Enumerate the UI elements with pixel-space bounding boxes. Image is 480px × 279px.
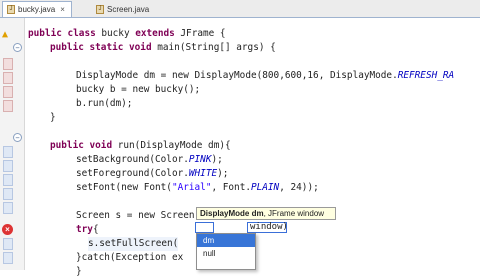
change-marker — [3, 72, 13, 84]
code-text: }catch(Exception ex — [76, 252, 184, 263]
fold-toggle-icon[interactable]: − — [13, 133, 22, 142]
code-text: run(DisplayMode dm){ — [112, 140, 231, 151]
change-marker — [3, 252, 13, 264]
change-marker — [3, 160, 13, 172]
code-text: s.setFullScreen( — [88, 238, 179, 249]
code-text: bucky — [95, 28, 136, 39]
keyword: extends — [135, 28, 175, 39]
code-line: try{ — [76, 223, 99, 237]
editor-gutter: ▲ − − × — [0, 18, 25, 270]
warning-icon: ▲ — [2, 29, 9, 40]
code-text: } — [76, 266, 82, 277]
code-line: setFont(new Font("Arial", Font.PLAIN, 24… — [76, 181, 319, 195]
code-line: }catch(Exception ex — [76, 251, 183, 265]
string-literal: "Arial" — [171, 182, 212, 193]
keyword: public class — [28, 28, 96, 39]
tab-screen-java[interactable]: J Screen.java — [92, 1, 162, 17]
active-argument-box[interactable] — [195, 222, 214, 233]
java-file-icon: J — [96, 4, 104, 14]
code-text: , 24)); — [279, 182, 319, 193]
code-text: bucky b = new bucky(); — [76, 84, 201, 95]
change-marker — [3, 238, 13, 250]
tab-label: Screen.java — [107, 4, 150, 14]
keyword: try — [76, 224, 93, 235]
code-line: setForeground(Color.WHITE); — [76, 167, 228, 181]
code-line: bucky b = new bucky(); — [76, 83, 200, 97]
static-field: PLAIN — [250, 182, 280, 193]
static-field: REFRESH_RA — [397, 70, 455, 81]
code-line: Screen s = new Screen(); — [76, 209, 211, 223]
change-marker — [3, 202, 13, 214]
code-text: DisplayMode dm = new DisplayMode(800,600… — [76, 70, 398, 81]
change-marker — [3, 188, 13, 200]
tab-bucky-java[interactable]: J bucky.java × — [2, 1, 72, 17]
code-line: b.run(dm); — [76, 97, 132, 111]
code-text: ); — [211, 154, 223, 165]
code-line: setBackground(Color.PINK); — [76, 153, 223, 167]
change-marker — [3, 174, 13, 186]
code-line-current: s.setFullScreen( — [88, 237, 179, 251]
static-field: WHITE — [188, 168, 218, 179]
autocomplete-item[interactable]: null — [197, 247, 255, 260]
code-line: public void run(DisplayMode dm){ — [50, 139, 231, 153]
hint-rest: , JFrame window — [263, 209, 325, 218]
code-text: main(String[] args) { — [151, 42, 276, 53]
hint-active-param: DisplayMode dm — [200, 209, 264, 218]
autocomplete-item[interactable]: dm — [197, 234, 255, 247]
code-text: Screen s = new Screen(); — [76, 210, 212, 221]
change-marker — [3, 86, 13, 98]
code-text: , Font. — [211, 182, 251, 193]
code-text: JFrame { — [174, 28, 226, 39]
autocomplete-popup: dm null — [196, 233, 256, 270]
code-text: ); — [217, 168, 229, 179]
change-marker — [3, 100, 13, 112]
code-line: public class bucky extends JFrame { — [28, 27, 226, 41]
static-field: PINK — [188, 154, 212, 165]
error-icon[interactable]: × — [2, 224, 13, 235]
code-text: { — [92, 224, 99, 235]
keyword: public void — [50, 140, 113, 151]
code-line: } — [76, 265, 82, 279]
parameter-hint-tooltip: DisplayMode dm, JFrame window — [196, 207, 336, 220]
java-file-icon: J — [7, 5, 15, 14]
change-marker — [3, 58, 13, 70]
code-text: setFont(new Font( — [76, 182, 172, 193]
change-marker — [3, 146, 13, 158]
code-line: DisplayMode dm = new DisplayMode(800,600… — [76, 69, 454, 83]
fold-toggle-icon[interactable]: − — [13, 43, 22, 52]
code-text: setForeground(Color. — [76, 168, 189, 179]
editor-tab-bar: J bucky.java × J Screen.java — [0, 0, 480, 18]
next-argument-box[interactable]: window) — [247, 222, 288, 233]
tab-label: bucky.java — [18, 5, 56, 14]
code-line: } — [50, 111, 56, 125]
code-text: b.run(dm); — [76, 98, 133, 109]
keyword: public static void — [50, 42, 152, 53]
close-tab-icon[interactable]: × — [60, 5, 65, 14]
code-line: public static void main(String[] args) { — [50, 41, 276, 55]
code-text: setBackground(Color. — [76, 154, 189, 165]
code-text: } — [50, 112, 56, 123]
